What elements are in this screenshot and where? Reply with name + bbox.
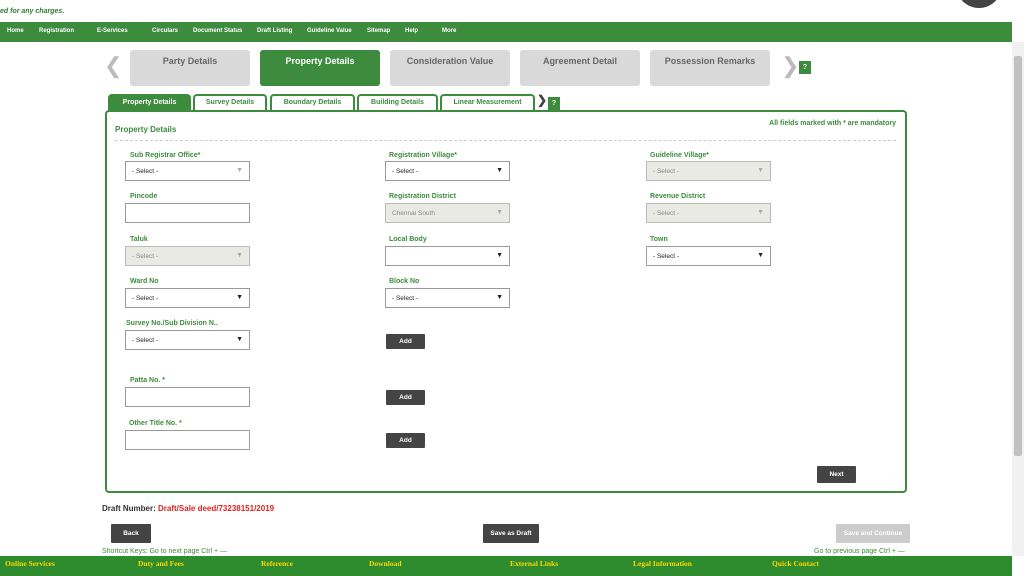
pincode-input[interactable]	[125, 203, 250, 223]
sub-registrar-office-select[interactable]: - Select - ▼	[125, 161, 250, 181]
step-party-details[interactable]: Party Details	[130, 50, 250, 86]
footer-reference[interactable]: Reference	[261, 559, 293, 568]
back-button[interactable]: Back	[111, 524, 151, 543]
local-body-select[interactable]: ▼	[385, 246, 510, 266]
save-continue-button[interactable]: Save and Continue	[836, 524, 910, 543]
nav-sitemap[interactable]: Sitemap	[367, 28, 390, 34]
nav-home[interactable]: Home	[7, 28, 24, 34]
nav-help[interactable]: Help	[405, 28, 418, 34]
pincode-label: Pincode	[130, 193, 158, 200]
shortcut-prev: Go to previous page Ctrl + —	[814, 548, 905, 555]
registration-village-label: Registration Village*	[389, 152, 457, 159]
draft-number: Draft Number: Draft/Sale deed/73238151/2…	[102, 504, 274, 513]
revenue-district-select[interactable]: - Select - ▼	[646, 203, 771, 223]
registration-district-label: Registration District	[389, 193, 456, 200]
nav-e-services[interactable]: E-Services	[97, 28, 128, 34]
footer-duty-and-fees[interactable]: Duty and Fees	[138, 559, 184, 568]
chevron-down-icon: ▼	[757, 209, 764, 216]
add-patta-button[interactable]: Add	[386, 390, 425, 405]
next-step-icon[interactable]: ❯	[781, 55, 799, 77]
chevron-down-icon: ▼	[236, 167, 243, 174]
ward-no-select[interactable]: - Select - ▼	[125, 288, 250, 308]
next-button[interactable]: Next	[817, 466, 856, 483]
mandatory-note: All fields marked with * are mandatory	[769, 120, 896, 127]
patta-no-input[interactable]	[125, 387, 250, 407]
footer-online-services[interactable]: Online Services	[5, 559, 55, 568]
sub-registrar-office-label: Sub Registrar Office*	[130, 152, 201, 159]
survey-no-label: Survey No./Sub Division N..	[126, 320, 218, 327]
nav-document-status[interactable]: Document Status	[193, 28, 242, 34]
survey-no-select[interactable]: - Select - ▼	[125, 330, 250, 350]
step-property-details[interactable]: Property Details	[260, 50, 380, 86]
other-title-no-label: Other Title No. *	[129, 420, 182, 427]
chevron-down-icon: ▼	[496, 252, 503, 259]
chevron-down-icon: ▼	[236, 294, 243, 301]
tab-boundary-details[interactable]: Boundary Details	[270, 94, 355, 110]
draft-number-value: Draft/Sale deed/73238151/2019	[158, 504, 275, 513]
step-agreement-detail[interactable]: Agreement Detail	[520, 50, 640, 86]
scrollbar-thumb[interactable]	[1014, 56, 1022, 456]
footer-download[interactable]: Download	[369, 559, 402, 568]
guideline-village-select[interactable]: - Select - ▼	[646, 161, 771, 181]
registration-village-select[interactable]: - Select - ▼	[385, 161, 510, 181]
save-draft-button[interactable]: Save as Draft	[483, 524, 539, 543]
nav-registration[interactable]: Registration	[39, 28, 74, 34]
registration-district-select[interactable]: Chennai South ▼	[385, 203, 510, 223]
step-possession-remarks[interactable]: Possession Remarks	[650, 50, 770, 86]
footer: Online Services Duty and Fees Reference …	[0, 556, 1012, 576]
guideline-village-label: Guideline Village*	[650, 152, 710, 159]
top-nav: Home Registration E-Services Circulars D…	[0, 22, 1012, 42]
town-label: Town	[650, 236, 668, 243]
step-consideration-value[interactable]: Consideration Value	[390, 50, 510, 86]
add-survey-button[interactable]: Add	[386, 334, 425, 349]
block-no-label: Block No	[389, 278, 420, 285]
chevron-down-icon: ▼	[757, 252, 764, 259]
other-title-no-input[interactable]	[125, 430, 250, 450]
taluk-label: Taluk	[130, 236, 148, 243]
nav-more[interactable]: More	[442, 28, 456, 34]
patta-no-label: Patta No. *	[130, 377, 166, 384]
tabs-next-icon[interactable]: ❯	[537, 93, 547, 107]
add-other-title-button[interactable]: Add	[386, 433, 425, 448]
draft-number-label: Draft Number:	[102, 504, 156, 513]
taluk-select[interactable]: - Select - ▼	[125, 246, 250, 266]
ward-no-label: Ward No	[130, 278, 159, 285]
chevron-down-icon: ▼	[236, 336, 243, 343]
nav-guideline-value[interactable]: Guideline Value	[307, 28, 352, 34]
shortcut-next: Shortcut Keys: Go to next page Ctrl + —	[102, 548, 228, 555]
tab-survey-details[interactable]: Survey Details	[193, 94, 267, 110]
prev-step-icon[interactable]: ❮	[104, 55, 122, 77]
footer-quick-contact[interactable]: Quick Contact	[772, 559, 819, 568]
section-divider	[115, 140, 896, 141]
corner-overlay	[956, 0, 1002, 8]
chevron-down-icon: ▼	[236, 252, 243, 259]
steps-help-icon[interactable]: ?	[799, 61, 811, 74]
town-select[interactable]: - Select - ▼	[646, 246, 771, 266]
block-no-select[interactable]: - Select - ▼	[385, 288, 510, 308]
revenue-district-label: Revenue District	[650, 193, 706, 200]
chevron-down-icon: ▼	[496, 294, 503, 301]
chevron-down-icon: ▼	[496, 209, 503, 216]
chevron-down-icon: ▼	[757, 167, 764, 174]
nav-circulars[interactable]: Circulars	[152, 28, 178, 34]
nav-draft-listing[interactable]: Draft Listing	[257, 28, 292, 34]
footer-external-links[interactable]: External Links	[510, 559, 558, 568]
tab-property-details[interactable]: Property Details	[108, 94, 191, 110]
chevron-down-icon: ▼	[496, 167, 503, 174]
local-body-label: Local Body	[389, 236, 427, 243]
section-title: Property Details	[115, 125, 177, 134]
tab-building-details[interactable]: Building Details	[357, 94, 438, 110]
top-notice: ed for any charges.	[0, 8, 65, 15]
footer-legal-information[interactable]: Legal Information	[633, 559, 692, 568]
tabs-help-icon[interactable]: ?	[548, 97, 560, 110]
tab-linear-measurement[interactable]: Linear Measurement	[440, 94, 535, 110]
